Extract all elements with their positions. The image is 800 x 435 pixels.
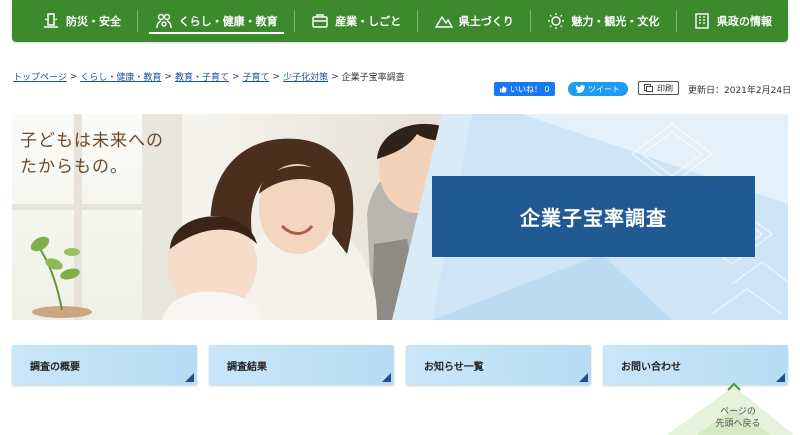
card-news-list[interactable]: お知らせ一覧 bbox=[406, 345, 591, 385]
print-icon bbox=[644, 84, 653, 92]
briefcase-icon bbox=[312, 14, 328, 28]
nav-item-industry-work[interactable]: 産業・しごと bbox=[311, 0, 401, 42]
corner-arrow-icon bbox=[382, 373, 391, 382]
hero-tagline: 子どもは未来への たからもの。 bbox=[20, 128, 164, 180]
back-to-top-label[interactable]: ページの 先頭へ戻る bbox=[712, 406, 764, 430]
breadcrumb-link-education[interactable]: 教育・子育て bbox=[175, 70, 229, 83]
breadcrumb-current: 企業子宝率調査 bbox=[341, 73, 405, 83]
nav-item-label: 魅力・観光・文化 bbox=[571, 15, 660, 28]
corner-arrow-icon bbox=[579, 373, 588, 382]
nav-divider bbox=[293, 10, 295, 32]
nav-divider bbox=[675, 10, 677, 32]
sparkle-icon bbox=[548, 13, 565, 29]
breadcrumb-link-birthrate[interactable]: 少子化対策 bbox=[283, 70, 328, 83]
thumbs-up-icon bbox=[500, 86, 507, 93]
nav-item-living-health-education[interactable]: くらし・健康・教育 bbox=[148, 0, 284, 42]
nav-item-disaster-safety[interactable]: 防災・安全 bbox=[42, 0, 121, 42]
card-survey-overview[interactable]: 調査の概要 bbox=[12, 345, 197, 385]
facebook-like-button[interactable]: いいね！ 0 bbox=[494, 82, 555, 96]
card-label: お知らせ一覧 bbox=[424, 361, 484, 373]
nav-item-label: 県政の情報 bbox=[716, 15, 772, 28]
nav-item-tourism-culture[interactable]: 魅力・観光・文化 bbox=[547, 0, 659, 42]
facebook-like-label: いいね！ 0 bbox=[510, 84, 550, 94]
nav-item-prefectural-info[interactable]: 県政の情報 bbox=[693, 0, 772, 42]
disaster-icon bbox=[44, 13, 58, 28]
card-label: 調査結果 bbox=[227, 361, 267, 373]
nav-divider bbox=[137, 10, 139, 32]
section-nav-cards: 調査の概要 調査結果 お知らせ一覧 お問い合わせ bbox=[12, 345, 788, 385]
page-title: 企業子宝率調査 bbox=[432, 176, 755, 257]
twitter-bird-icon bbox=[576, 85, 585, 93]
breadcrumb-separator: > bbox=[69, 71, 78, 82]
breadcrumb-separator: > bbox=[331, 71, 339, 82]
card-label: 調査の概要 bbox=[30, 361, 80, 373]
print-label: 印刷 bbox=[657, 83, 673, 93]
twitter-tweet-label: ツイート bbox=[588, 84, 620, 94]
nav-item-label: 産業・しごと bbox=[335, 15, 402, 28]
twitter-tweet-button[interactable]: ツイート bbox=[568, 82, 628, 96]
card-survey-results[interactable]: 調査結果 bbox=[209, 345, 394, 385]
breadcrumb-link-living[interactable]: くらし・健康・教育 bbox=[80, 70, 161, 83]
breadcrumb: トップページ > くらし・健康・教育 > 教育・子育て > 子育て > 少子化対… bbox=[13, 70, 405, 84]
card-contact[interactable]: お問い合わせ bbox=[603, 345, 788, 385]
breadcrumb-separator: > bbox=[164, 71, 172, 82]
breadcrumb-link-top[interactable]: トップページ bbox=[13, 70, 67, 83]
hero-tagline-line2: たからもの。 bbox=[20, 157, 128, 177]
nav-item-label: 県土づくり bbox=[458, 15, 514, 28]
nav-item-label: 防災・安全 bbox=[66, 15, 121, 28]
print-button[interactable]: 印刷 bbox=[638, 81, 679, 95]
corner-arrow-icon bbox=[185, 373, 194, 382]
family-icon bbox=[155, 13, 172, 29]
share-toolbar: いいね！ 0 ツイート 印刷 更新日：2021年2月24日 bbox=[494, 81, 791, 96]
nav-item-land-development[interactable]: 県土づくり bbox=[434, 0, 514, 42]
hero-banner: 子どもは未来への たからもの。 企業子宝率調査 bbox=[12, 114, 788, 320]
breadcrumb-link-childcare[interactable]: 子育て bbox=[243, 70, 270, 83]
nav-item-label: くらし・健康・教育 bbox=[178, 15, 278, 28]
breadcrumb-separator: > bbox=[272, 71, 281, 82]
back-to-top-line1: ページの bbox=[720, 407, 756, 417]
nav-divider bbox=[530, 10, 532, 32]
updated-date: 更新日：2021年2月24日 bbox=[688, 86, 792, 96]
global-nav: 防災・安全 くらし・健康・教育 産業・しごと 県土づくり 魅力・観光・文化 県政… bbox=[12, 0, 788, 42]
hero-tagline-line1: 子どもは未来への bbox=[20, 131, 164, 151]
mountain-icon bbox=[434, 15, 453, 28]
building-icon bbox=[695, 13, 709, 29]
card-label: お問い合わせ bbox=[621, 361, 681, 373]
back-to-top-line2: 先頭へ戻る bbox=[715, 419, 761, 429]
nav-divider bbox=[417, 10, 419, 32]
breadcrumb-separator: > bbox=[231, 71, 240, 82]
